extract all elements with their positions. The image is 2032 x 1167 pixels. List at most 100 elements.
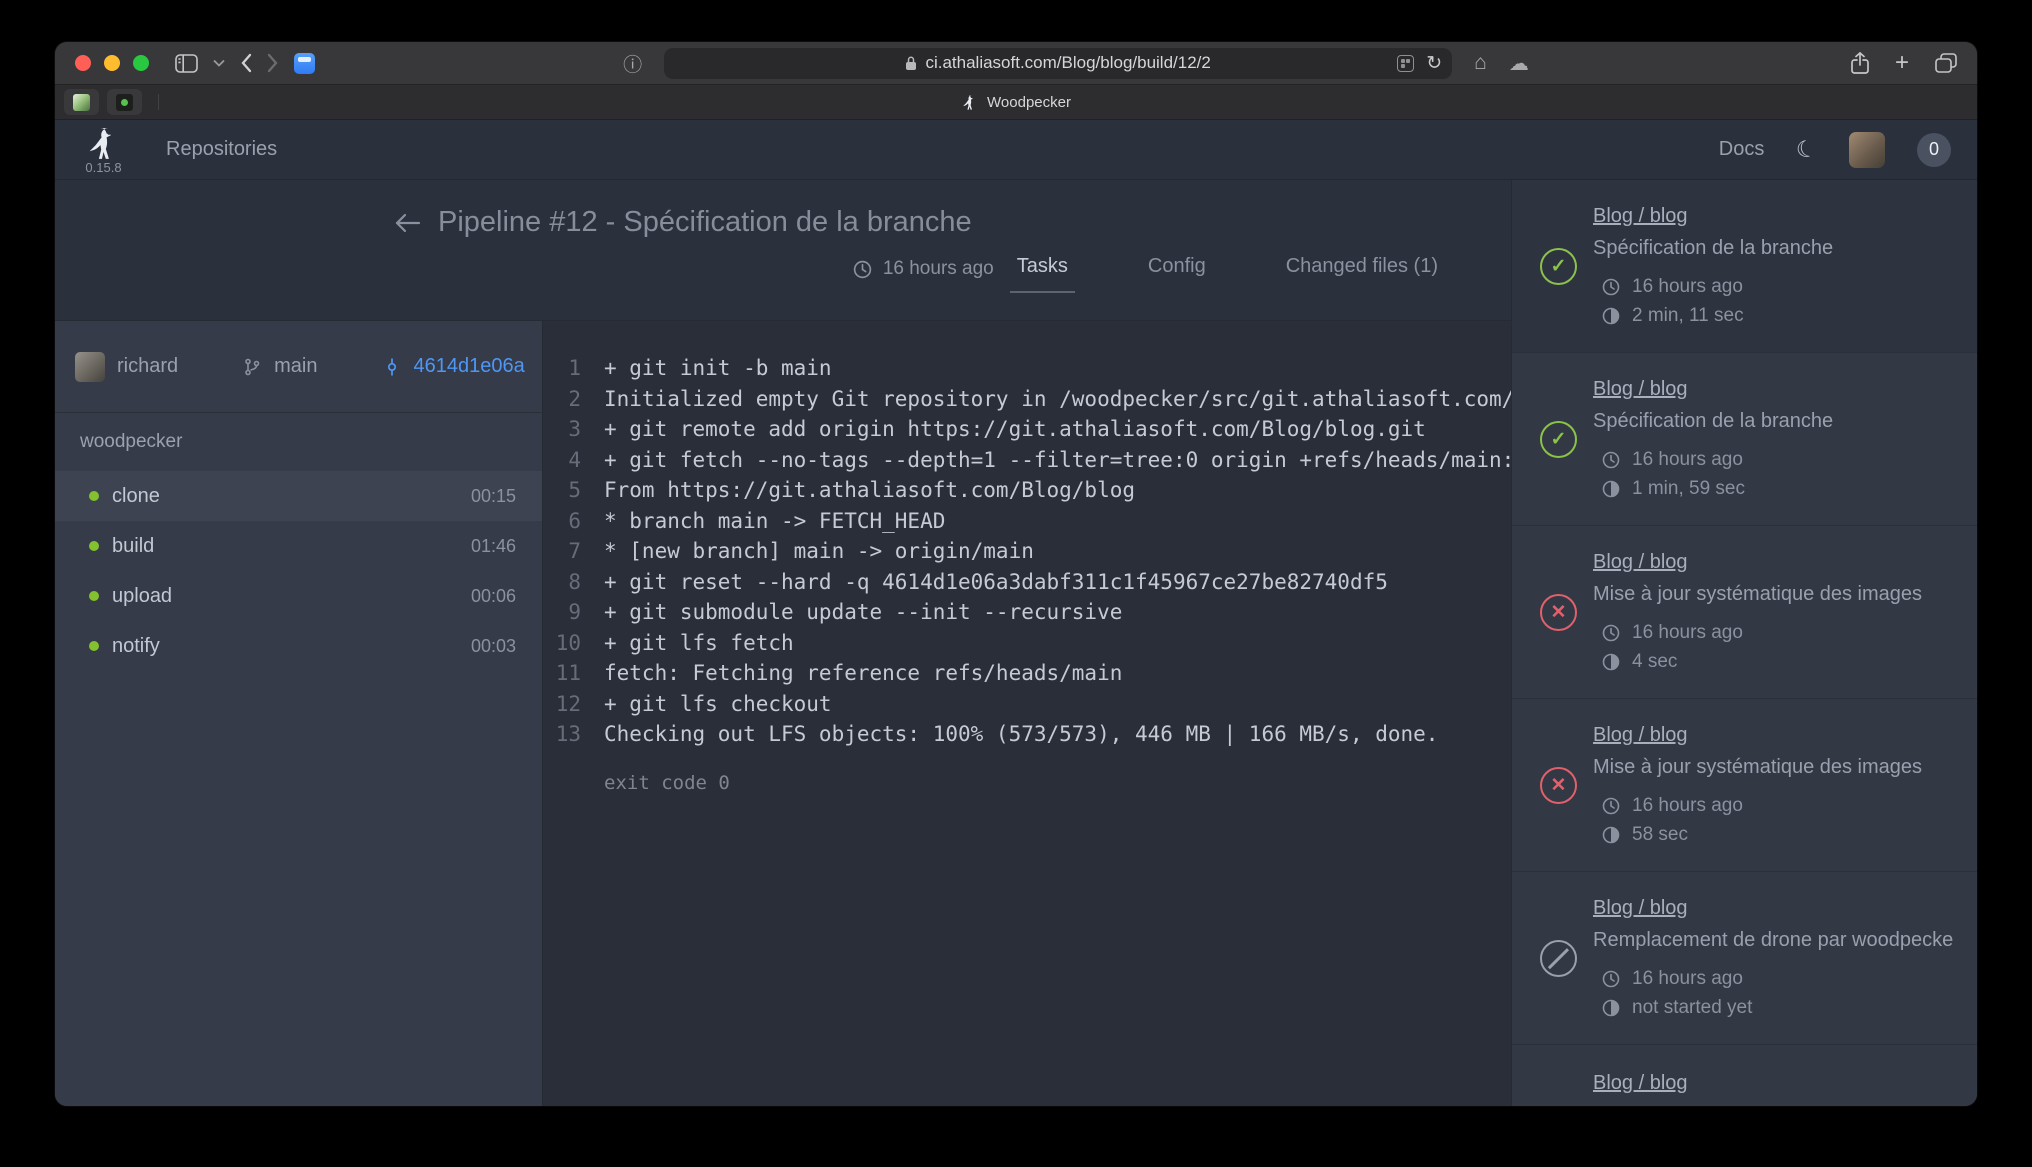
new-tab-button[interactable]: +: [1895, 49, 1909, 77]
pipeline-tab[interactable]: Changed files (1): [1279, 255, 1445, 293]
task-row[interactable]: notify 00:03: [55, 621, 542, 671]
address-bar-right-group: ↻: [1211, 52, 1442, 75]
lock-icon: [905, 55, 917, 71]
cloud-icon: ☁: [1509, 53, 1529, 75]
home-button[interactable]: ⌂: [1474, 51, 1487, 75]
sidebar-chevron-button[interactable]: [213, 48, 225, 78]
log-line-text: + git lfs fetch: [604, 628, 794, 659]
task-name: notify: [112, 635, 160, 658]
log-line-number: 7: [543, 536, 581, 567]
zoom-window-button[interactable]: [133, 55, 149, 71]
tab-overview-button[interactable]: [1935, 48, 1957, 78]
task-name: upload: [112, 585, 172, 608]
workflow-label: woodpecker: [55, 413, 542, 471]
task-row[interactable]: upload 00:06: [55, 571, 542, 621]
pipeline-tab[interactable]: Config: [1141, 255, 1213, 293]
repo-link[interactable]: Blog / blog: [1593, 378, 1688, 401]
task-list: clone 00:15 build 01:46: [55, 471, 542, 671]
profile-app-button[interactable]: [294, 48, 315, 78]
task-row[interactable]: build 01:46: [55, 521, 542, 571]
task-row[interactable]: clone 00:15: [55, 471, 542, 521]
forward-button[interactable]: [267, 48, 279, 78]
blue-app-icon: [294, 53, 315, 74]
log-line-number: 9: [543, 597, 581, 628]
duration-label: 2 min, 11 sec: [1632, 305, 1744, 327]
address-bar[interactable]: ci.athaliasoft.com/Blog/blog/build/12/2 …: [664, 48, 1452, 79]
content-blocker-icon[interactable]: [1397, 55, 1414, 72]
queue-count-badge[interactable]: 0: [1917, 133, 1951, 167]
status-icon: [1540, 940, 1577, 977]
pipeline-list-item[interactable]: Blog / blog Spécification de la branche …: [1512, 353, 1977, 526]
log-line-number: 1: [543, 353, 581, 384]
pipeline-item-texts: Blog / blog Mise à jour systématique des…: [1593, 724, 1953, 846]
app-logo[interactable]: 0.15.8: [85, 125, 122, 175]
author-name: richard: [117, 355, 178, 378]
log-line-text: Checking out LFS objects: 100% (573/573)…: [604, 719, 1438, 750]
minimize-window-button[interactable]: [104, 55, 120, 71]
task-name: clone: [112, 485, 160, 508]
time-meta: 16 hours ago: [1601, 968, 1953, 990]
log-line-number: 12: [543, 689, 581, 720]
pinned-tab-1[interactable]: [64, 89, 99, 115]
browser-tab-bar: Woodpecker: [55, 85, 1977, 120]
pipeline-item-texts: Blog / blog Spécification de la branche …: [1593, 378, 1953, 500]
log-line: 4 + git fetch --no-tags --depth=1 --filt…: [543, 445, 1511, 476]
reload-icon: ↻: [1426, 53, 1442, 74]
commit-message: Mise à jour systématique des images: [1593, 583, 1953, 606]
repo-link[interactable]: Blog / blog: [1593, 724, 1688, 747]
nav-docs-link[interactable]: Docs: [1719, 138, 1765, 161]
log-line-text: + git fetch --no-tags --depth=1 --filter…: [604, 445, 1511, 476]
time-meta: 16 hours ago: [1601, 622, 1953, 644]
pipeline-tab[interactable]: Tasks: [1010, 255, 1075, 293]
log-line-text: + git submodule update --init --recursiv…: [604, 597, 1122, 628]
back-button[interactable]: [240, 48, 252, 78]
clock-icon: [852, 259, 873, 280]
repo-link[interactable]: Blog / blog: [1593, 551, 1688, 574]
active-tab[interactable]: Woodpecker: [961, 85, 1071, 119]
app-body: Pipeline #12 - Spécification de la branc…: [55, 180, 1977, 1106]
close-window-button[interactable]: [75, 55, 91, 71]
toolbar-right-group: +: [1851, 48, 1957, 78]
share-button[interactable]: [1851, 48, 1869, 78]
pipeline-list-item[interactable]: Blog / blog Remplacement de drone par wo…: [1512, 1045, 1977, 1106]
time-meta: 16 hours ago: [1601, 795, 1953, 817]
sidebar-icon: [175, 54, 198, 73]
commit-link[interactable]: 4614d1e06a: [414, 355, 525, 378]
pipeline-header: Pipeline #12 - Spécification de la branc…: [55, 180, 1511, 321]
version-label: 0.15.8: [85, 160, 121, 175]
sidebar-toggle-button[interactable]: [175, 48, 198, 78]
status-icon: [1540, 594, 1577, 631]
pipeline-list-item[interactable]: Blog / blog Remplacement de drone par wo…: [1512, 872, 1977, 1045]
log-lines: 1 + git init -b main 2 Initialized empty…: [543, 353, 1511, 750]
time-ago-label: 16 hours ago: [1632, 795, 1743, 817]
pinned-tab-2[interactable]: [107, 89, 142, 115]
theme-toggle-button[interactable]: ☾: [1793, 134, 1820, 165]
user-avatar[interactable]: [1849, 132, 1885, 168]
branch-name: main: [274, 355, 317, 378]
repo-link[interactable]: Blog / blog: [1593, 205, 1688, 228]
pipeline-list-item[interactable]: Blog / blog Mise à jour systématique des…: [1512, 526, 1977, 699]
pipeline-list-item[interactable]: Blog / blog Mise à jour systématique des…: [1512, 699, 1977, 872]
nav-repositories-link[interactable]: Repositories: [166, 138, 277, 161]
page-info-button[interactable]: ⓘ: [623, 50, 642, 77]
commit-message: Spécification de la branche: [1593, 410, 1953, 433]
browser-window: ⓘ ci.athaliasoft.com/Blog/blog/build/12/…: [55, 42, 1977, 1106]
time-ago-label: 16 hours ago: [1632, 968, 1743, 990]
log-line: 7 * [new branch] main -> origin/main: [543, 536, 1511, 567]
pipeline-title: Pipeline #12 - Spécification de la branc…: [438, 206, 972, 239]
forward-chevron-icon: [267, 53, 279, 73]
pinned-tab-2-favicon: [116, 94, 133, 111]
app-navbar: 0.15.8 Repositories Docs ☾ 0: [55, 120, 1977, 180]
log-panel: 1 + git init -b main 2 Initialized empty…: [543, 321, 1511, 1106]
reload-button[interactable]: ↻: [1426, 52, 1442, 75]
back-button[interactable]: [393, 211, 421, 235]
branch-item: main: [242, 355, 317, 378]
repo-link[interactable]: Blog / blog: [1593, 1072, 1688, 1095]
repo-link[interactable]: Blog / blog: [1593, 897, 1688, 920]
cloud-tabs-button[interactable]: ☁: [1509, 51, 1529, 76]
url-text: ci.athaliasoft.com/Blog/blog/build/12/2: [925, 53, 1210, 73]
author-avatar: [75, 352, 105, 382]
address-bar-core: ci.athaliasoft.com/Blog/blog/build/12/2: [905, 53, 1210, 73]
pipeline-list-item[interactable]: Blog / blog Spécification de la branche …: [1512, 180, 1977, 353]
task-status-dot: [89, 591, 99, 601]
